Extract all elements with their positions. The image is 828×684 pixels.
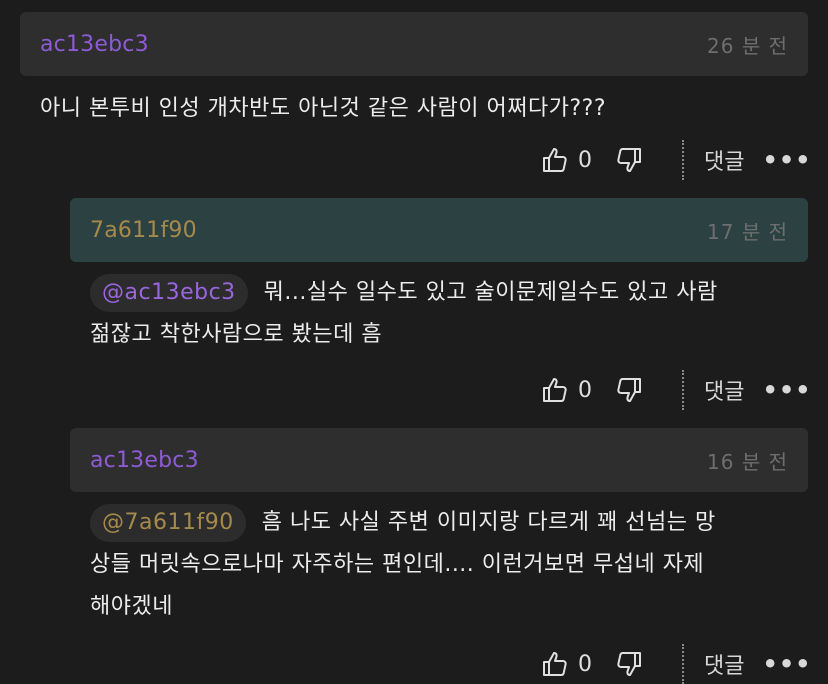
comment-actions: 0 댓글 ••• — [540, 644, 812, 684]
author-name[interactable]: ac13ebc3 — [90, 448, 199, 473]
thumbs-down-icon[interactable] — [614, 375, 644, 405]
mention-tag[interactable]: @7a611f90 — [90, 504, 246, 542]
timestamp: 16 분 전 — [707, 449, 788, 474]
more-options-icon[interactable]: ••• — [762, 376, 811, 404]
timestamp: 17 분 전 — [707, 219, 788, 244]
divider — [682, 140, 684, 180]
reply-button[interactable]: 댓글 — [704, 374, 744, 406]
thumbs-up-icon[interactable] — [540, 375, 570, 405]
divider — [682, 644, 684, 684]
thumbs-down-icon[interactable] — [614, 649, 644, 679]
timestamp: 26 분 전 — [707, 33, 788, 58]
more-options-icon[interactable]: ••• — [762, 146, 811, 174]
thumbs-up-icon[interactable] — [540, 145, 570, 175]
comment-header: ac13ebc3 26 분 전 — [20, 12, 808, 76]
comment-text: 아니 본투비 인성 개차반도 아닌것 같은 사람이 어쩌다가??? — [40, 88, 606, 130]
more-options-icon[interactable]: ••• — [762, 650, 811, 678]
like-count: 0 — [578, 147, 592, 173]
comment-actions: 0 댓글 ••• — [540, 140, 812, 180]
comment-text: @7a611f90 흠 나도 사실 주변 이미지랑 다르게 꽤 선넘는 망 상들 … — [90, 502, 820, 628]
thumbs-up-icon[interactable] — [540, 649, 570, 679]
comment-text-line: 해야겠네 — [90, 594, 173, 619]
like-count: 0 — [578, 651, 592, 677]
comment-header: 7a611f90 17 분 전 — [70, 198, 808, 262]
mention-tag[interactable]: @ac13ebc3 — [90, 274, 248, 312]
author-name[interactable]: ac13ebc3 — [40, 32, 149, 57]
comment-text-line: 젊잖고 착한사람으로 봤는데 흠 — [90, 322, 383, 347]
comment-text-line: 상들 머릿속으로나마 자주하는 편인데.... 이런거보면 무섭네 자제 — [90, 552, 705, 577]
comment-text-line: 아니 본투비 인성 개차반도 아닌것 같은 사람이 어쩌다가??? — [40, 96, 607, 121]
divider — [682, 370, 684, 410]
comment-actions: 0 댓글 ••• — [540, 370, 812, 410]
author-name[interactable]: 7a611f90 — [90, 218, 197, 243]
like-count: 0 — [578, 377, 592, 403]
thumbs-down-icon[interactable] — [614, 145, 644, 175]
comment-text-line: 뭐...실수 일수도 있고 술이문제일수도 있고 사람 — [263, 280, 718, 305]
reply-button[interactable]: 댓글 — [704, 144, 744, 176]
comment-text: @ac13ebc3 뭐...실수 일수도 있고 술이문제일수도 있고 사람 젊잖고… — [90, 272, 810, 356]
reply-button[interactable]: 댓글 — [704, 648, 744, 680]
comment-header: ac13ebc3 16 분 전 — [70, 428, 808, 492]
comment-text-line: 흠 나도 사실 주변 이미지랑 다르게 꽤 선넘는 망 — [261, 510, 716, 535]
